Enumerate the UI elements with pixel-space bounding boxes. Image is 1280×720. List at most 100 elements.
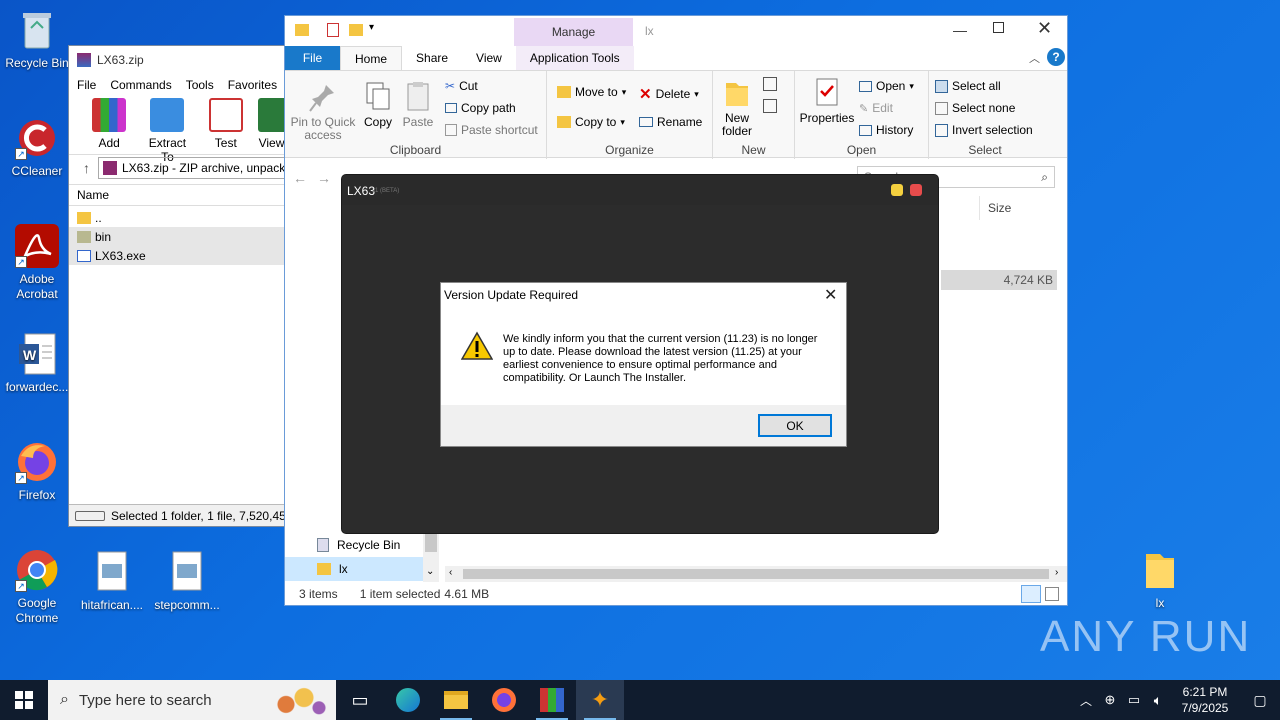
desktop-icon-word-doc[interactable]: W forwardec... bbox=[1, 332, 73, 395]
details-view-icon[interactable] bbox=[1021, 585, 1041, 603]
notifications-icon[interactable]: ▢ bbox=[1240, 680, 1280, 720]
maximize-icon[interactable] bbox=[993, 22, 1004, 33]
view-button[interactable]: View bbox=[257, 96, 285, 154]
menu-file[interactable]: File bbox=[77, 78, 96, 92]
menu-tools[interactable]: Tools bbox=[186, 78, 214, 92]
history-icon bbox=[859, 124, 872, 136]
copy-button[interactable]: Copy bbox=[361, 81, 395, 129]
copy-to-button[interactable]: Copy to ▾ bbox=[557, 115, 625, 129]
new-folder-qat-icon[interactable] bbox=[349, 24, 363, 36]
volume-icon[interactable]: 🔈︎ bbox=[1146, 680, 1170, 720]
new-item-icon[interactable] bbox=[763, 77, 777, 91]
ribbon-collapse-icon[interactable]: ︿ bbox=[1029, 50, 1040, 66]
lx63-taskbar-icon[interactable]: ✦ bbox=[576, 680, 624, 720]
scroll-down-icon[interactable]: ⌄ bbox=[426, 566, 434, 577]
ribbon-tabs: File Home Share View Application Tools bbox=[285, 46, 1067, 70]
list-item[interactable]: bin bbox=[69, 227, 285, 246]
minimize-icon[interactable]: — bbox=[953, 22, 967, 38]
desktop-icon-file-1[interactable]: hitafrican.... bbox=[76, 550, 148, 613]
firefox-icon[interactable] bbox=[480, 680, 528, 720]
list-item[interactable]: .. bbox=[69, 208, 285, 227]
open-button[interactable]: Open ▾ bbox=[859, 79, 914, 93]
help-icon[interactable]: ? bbox=[1047, 48, 1065, 66]
properties-button[interactable]: Properties bbox=[799, 77, 855, 125]
size-column-header[interactable]: Size bbox=[979, 196, 1059, 220]
minimize-dot-icon[interactable] bbox=[891, 184, 903, 196]
column-header-name[interactable]: Name bbox=[69, 184, 285, 206]
delete-x-icon: ✕ bbox=[639, 86, 652, 103]
winrar-icon[interactable] bbox=[528, 680, 576, 720]
copy-path-button[interactable]: Copy path bbox=[445, 101, 516, 115]
paste-shortcut-button[interactable]: Paste shortcut bbox=[445, 123, 538, 137]
up-arrow-icon[interactable]: ↑ bbox=[83, 160, 90, 176]
desktop-icon-firefox[interactable]: ↗ Firefox bbox=[1, 440, 73, 503]
add-button[interactable]: Add bbox=[83, 96, 135, 154]
edge-icon[interactable] bbox=[384, 680, 432, 720]
properties-qat-icon[interactable] bbox=[327, 23, 339, 37]
network-icon[interactable]: ▭ bbox=[1122, 680, 1146, 720]
extract-to-button[interactable]: Extract To bbox=[141, 96, 193, 164]
back-arrow-icon[interactable]: ← bbox=[293, 170, 307, 186]
scroll-right-icon[interactable]: › bbox=[1055, 567, 1058, 578]
cut-button[interactable]: ✂ Cut bbox=[445, 79, 478, 93]
edit-button[interactable]: ✎ Edit bbox=[859, 101, 893, 115]
pin-quick-access-button[interactable]: Pin to Quick access bbox=[289, 81, 357, 142]
chevron-down-icon: ▾ bbox=[909, 80, 914, 91]
nav-scroll-thumb[interactable] bbox=[425, 530, 437, 552]
close-icon[interactable]: ✕ bbox=[1037, 18, 1052, 39]
task-view-icon[interactable]: ▭ bbox=[336, 680, 384, 720]
history-button[interactable]: History bbox=[859, 123, 913, 137]
explorer-titlebar[interactable]: ▾ Manage lx — ✕ bbox=[285, 16, 1067, 46]
paste-button[interactable]: Paste bbox=[401, 81, 435, 129]
list-item[interactable]: LX63.exe bbox=[69, 246, 285, 265]
winrar-address-field[interactable]: LX63.zip - ZIP archive, unpacked size bbox=[98, 156, 285, 179]
desktop-icon-folder-lx[interactable]: lx bbox=[1124, 548, 1196, 611]
winrar-window[interactable]: LX63.zip File Commands Tools Favorites A… bbox=[68, 45, 286, 527]
forward-arrow-icon[interactable]: → bbox=[317, 170, 331, 186]
tab-view[interactable]: View bbox=[462, 46, 516, 70]
taskbar-search[interactable]: ⌕ Type here to search bbox=[48, 680, 336, 720]
new-folder-button[interactable]: New folder bbox=[717, 77, 757, 138]
select-all-button[interactable]: Select all bbox=[935, 79, 1001, 93]
rename-button[interactable]: Rename bbox=[639, 115, 702, 129]
selected-file-row[interactable]: 4,724 KB bbox=[941, 270, 1057, 290]
desktop-icon-recycle-bin[interactable]: Recycle Bin bbox=[1, 8, 73, 71]
invert-selection-button[interactable]: Invert selection bbox=[935, 123, 1033, 137]
wifi-icon[interactable]: ⊕ bbox=[1098, 680, 1122, 720]
easy-access-icon[interactable] bbox=[763, 99, 777, 113]
winrar-toolbar: Add Extract To Test View bbox=[69, 96, 285, 164]
nav-item-recycle-bin[interactable]: Recycle Bin bbox=[285, 533, 423, 557]
file-explorer-icon[interactable] bbox=[432, 680, 480, 720]
desktop-icon-file-2[interactable]: stepcomm... bbox=[151, 550, 223, 613]
close-dot-icon[interactable] bbox=[910, 184, 922, 196]
close-icon[interactable]: ✕ bbox=[824, 285, 837, 305]
clock[interactable]: 6:21 PM 7/9/2025 bbox=[1170, 684, 1240, 716]
scroll-thumb[interactable] bbox=[463, 569, 1049, 579]
large-icons-view-icon[interactable] bbox=[1045, 587, 1059, 601]
tab-file[interactable]: File bbox=[285, 46, 340, 70]
lx63-titlebar[interactable] bbox=[342, 175, 938, 205]
desktop-icon-ccleaner[interactable]: ↗ CCleaner bbox=[1, 116, 73, 179]
show-hidden-icons-chevron-icon[interactable]: ︿ bbox=[1074, 680, 1098, 720]
menu-favorites[interactable]: Favorites bbox=[228, 78, 277, 92]
tab-share[interactable]: Share bbox=[402, 46, 462, 70]
delete-button[interactable]: ✕ Delete ▾ bbox=[639, 85, 699, 103]
start-button[interactable] bbox=[0, 680, 48, 720]
desktop-icon-google-chrome[interactable]: ↗ Google Chrome bbox=[1, 548, 73, 626]
test-button[interactable]: Test bbox=[200, 96, 252, 154]
horizontal-scrollbar[interactable]: ‹ › bbox=[445, 566, 1067, 582]
nav-item-lx[interactable]: lx bbox=[285, 557, 423, 581]
desktop-icon-adobe-acrobat[interactable]: ↗ Adobe Acrobat bbox=[1, 224, 73, 302]
ok-button[interactable]: OK bbox=[758, 414, 832, 437]
qat-dropdown-icon[interactable]: ▾ bbox=[369, 22, 374, 33]
dialog-title: Version Update Required bbox=[444, 288, 579, 302]
edit-icon: ✎ bbox=[859, 102, 869, 115]
move-to-button[interactable]: Move to ▾ bbox=[557, 85, 626, 99]
scroll-left-icon[interactable]: ‹ bbox=[449, 567, 452, 578]
winrar-titlebar[interactable]: LX63.zip bbox=[69, 46, 285, 74]
version-update-dialog[interactable]: Version Update Required ✕ We kindly info… bbox=[440, 282, 847, 447]
tab-home[interactable]: Home bbox=[340, 46, 403, 70]
menu-commands[interactable]: Commands bbox=[110, 78, 171, 92]
select-none-button[interactable]: Select none bbox=[935, 101, 1015, 115]
tab-application-tools[interactable]: Application Tools bbox=[515, 46, 634, 70]
